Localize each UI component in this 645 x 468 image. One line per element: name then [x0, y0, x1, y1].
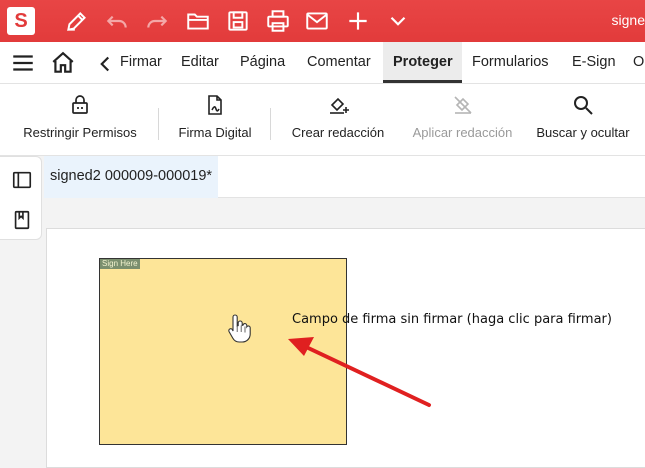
ribbon-separator	[158, 108, 159, 140]
title-bar: S signe	[0, 0, 645, 42]
sign-here-tag: Sign Here	[100, 259, 140, 269]
create-redaction-button[interactable]: Crear redacción	[285, 84, 391, 156]
ribbon-separator	[270, 108, 271, 140]
print-icon[interactable]	[265, 8, 291, 34]
menu-item-firmar[interactable]: Firmar	[120, 54, 162, 70]
menu-item-editar[interactable]: Editar	[181, 54, 219, 70]
create-redaction-label: Crear redacción	[291, 125, 385, 140]
restrict-permissions-button[interactable]: Restringir Permisos	[20, 84, 140, 156]
search-and-hide-label: Buscar y ocultar	[536, 125, 630, 140]
apply-redaction-button[interactable]: Aplicar redacción	[405, 84, 520, 156]
digital-signature-button[interactable]: Firma Digital	[170, 84, 260, 156]
active-tab-indicator	[383, 80, 462, 83]
mail-icon[interactable]	[304, 8, 330, 34]
plus-icon[interactable]	[345, 8, 371, 34]
annotation-arrow	[288, 337, 431, 407]
redaction-create-icon	[326, 93, 350, 117]
redo-icon[interactable]	[144, 8, 170, 34]
sidebar-panel-icon[interactable]	[11, 169, 33, 191]
left-rail	[0, 156, 44, 457]
hamburger-menu-icon[interactable]	[10, 50, 36, 76]
menu-item-esign[interactable]: E-Sign	[572, 54, 616, 70]
search-and-hide-button[interactable]: Buscar y ocultar	[530, 84, 636, 156]
digital-signature-label: Firma Digital	[178, 125, 252, 140]
home-icon[interactable]	[50, 50, 76, 76]
chevron-down-icon[interactable]	[385, 8, 411, 34]
apply-redaction-label: Aplicar redacción	[412, 125, 513, 140]
redaction-apply-icon	[451, 93, 475, 117]
digital-signature-icon	[203, 93, 227, 117]
menu-item-proteger[interactable]: Proteger	[393, 54, 453, 70]
save-icon[interactable]	[225, 8, 251, 34]
scroll-left-icon[interactable]	[92, 51, 114, 73]
undo-icon[interactable]	[104, 8, 130, 34]
document-tabs: signed2 000009-000019*	[44, 156, 645, 198]
menu-item-comentar[interactable]: Comentar	[307, 54, 371, 70]
search-icon	[571, 93, 595, 117]
pen-icon[interactable]	[64, 8, 90, 34]
document-tab-signed2[interactable]: signed2 000009-000019*	[44, 156, 219, 198]
ribbon-toolbar: Restringir Permisos Firma Digital Crear …	[0, 84, 645, 156]
menu-item-formularios[interactable]: Formularios	[472, 54, 549, 70]
menu-bar: Firmar Editar Página Comentar Proteger F…	[0, 42, 645, 84]
folder-icon[interactable]	[185, 8, 211, 34]
menu-item-overflow[interactable]: O	[633, 54, 644, 70]
bookmark-icon[interactable]	[11, 209, 33, 231]
signature-field-tooltip: Campo de firma sin firmar (haga clic par…	[292, 312, 612, 327]
side-panel-toggles	[0, 156, 42, 240]
menu-item-pagina[interactable]: Página	[240, 54, 285, 70]
hand-pointer-cursor-icon	[226, 312, 252, 344]
window-title: signe	[611, 12, 645, 28]
restrict-permissions-label: Restringir Permisos	[23, 125, 137, 140]
lock-icon	[68, 93, 92, 117]
app-logo[interactable]: S	[7, 7, 35, 35]
